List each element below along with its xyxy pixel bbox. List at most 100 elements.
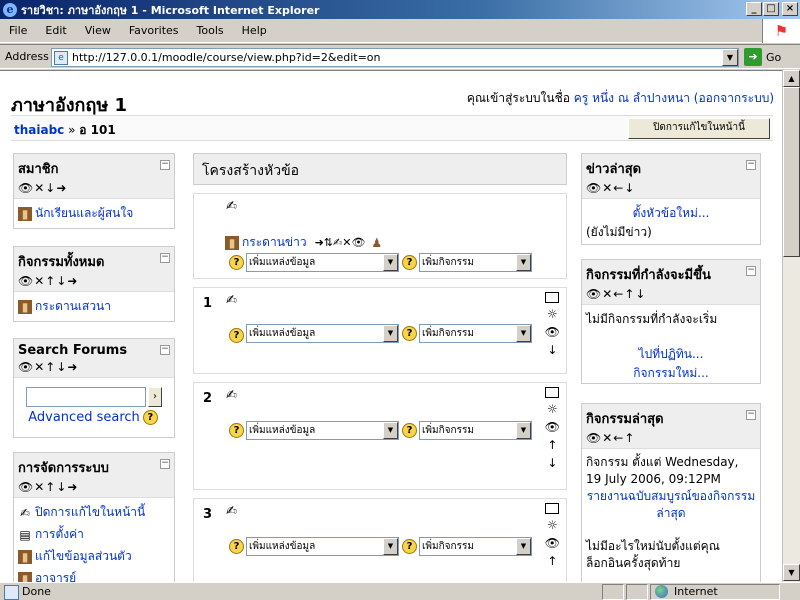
block-controls[interactable]: 👁✕←↑ — [586, 431, 755, 445]
block-controls[interactable]: 👁✕↑↓➜ — [18, 480, 169, 494]
menu-file[interactable]: File — [0, 24, 36, 37]
maximize-button[interactable]: □ — [763, 2, 779, 16]
add-activity-select[interactable]: เพิ่มกิจกรรม ▼ — [419, 421, 532, 440]
new-event-link[interactable]: กิจกรรมใหม่... — [633, 366, 709, 380]
nothing-new-text: ไม่มีอะไรใหม่นับตั้งแต่คุณล็อกอินครั้งสุ… — [586, 539, 720, 570]
menu-bar: File Edit View Favorites Tools Help — [0, 19, 800, 43]
menu-edit[interactable]: Edit — [36, 24, 75, 37]
move-down-icon[interactable]: ↓ — [547, 456, 557, 470]
no-upcoming-text: ไม่มีกิจกรรมที่กำลังจะเริ่ม — [586, 312, 718, 326]
address-dropdown-icon[interactable]: ▼ — [722, 49, 738, 66]
address-input[interactable]: e http://127.0.0.1/moodle/course/view.ph… — [51, 48, 739, 67]
add-activity-select[interactable]: เพิ่มกิจกรรม ▼ — [419, 324, 532, 343]
search-forums-input[interactable] — [26, 387, 146, 407]
administration-block: การจัดการระบบ − 👁✕↑↓➜ ✍ ปิดการแก้ไขในหน้านี… — [13, 452, 175, 582]
search-go-button[interactable]: › — [148, 387, 162, 407]
close-button[interactable]: × — [782, 2, 798, 16]
collapse-icon[interactable]: − — [160, 253, 170, 263]
activities-block-title: กิจกรรมทั้งหมด — [18, 255, 105, 270]
edit-summary-icon[interactable]: ✍ — [226, 293, 237, 308]
collapse-icon[interactable]: − — [160, 345, 170, 355]
activities-block: กิจกรรมทั้งหมด − 👁✕↑↓➜ ▮ กระดานเสวนา — [13, 246, 175, 322]
help-icon[interactable]: ? — [402, 423, 417, 438]
advanced-search-link[interactable]: Advanced search — [28, 410, 140, 425]
highlight-icon[interactable]: ☼ — [547, 518, 558, 532]
admin-block-title: การจัดการระบบ — [18, 461, 109, 476]
groupmode-icon[interactable]: ♟ — [371, 236, 382, 250]
turn-editing-off-button[interactable]: ปิดการแก้ไขในหน้านี้ — [628, 118, 770, 139]
show-only-section-icon[interactable] — [545, 292, 560, 303]
add-resource-select[interactable]: เพิ่มแหล่งข้อมูล ▼ — [246, 421, 399, 440]
edit-summary-icon[interactable]: ✍ — [226, 199, 237, 214]
forums-link[interactable]: กระดานเสวนา — [35, 297, 111, 316]
vertical-scrollbar[interactable]: ▲ ▼ — [782, 70, 800, 582]
highlight-icon[interactable]: ☼ — [547, 402, 558, 416]
hide-section-icon[interactable]: 👁 — [545, 420, 560, 434]
logout-link[interactable]: (ออกจากระบบ) — [694, 91, 774, 105]
edit-summary-icon[interactable]: ✍ — [226, 504, 237, 519]
block-controls[interactable]: 👁✕↓➜ — [18, 181, 169, 195]
edit-profile-link[interactable]: แก้ไขข้อมูลส่วนตัว — [35, 547, 132, 566]
collapse-icon[interactable]: − — [746, 266, 756, 276]
show-only-section-icon[interactable] — [545, 387, 560, 398]
menu-help[interactable]: Help — [233, 24, 276, 37]
scroll-thumb[interactable] — [783, 87, 800, 257]
collapse-icon[interactable]: − — [160, 459, 170, 469]
go-button[interactable]: ➜ Go — [744, 48, 781, 66]
breadcrumb-site-link[interactable]: thaiabc — [14, 123, 64, 137]
collapse-icon[interactable]: − — [746, 160, 756, 170]
page-icon: e — [54, 50, 68, 65]
go-to-calendar-link[interactable]: ไปที่ปฏิทิน... — [639, 347, 704, 361]
add-activity-select[interactable]: เพิ่มกิจกรรม ▼ — [419, 253, 532, 272]
hide-section-icon[interactable]: 👁 — [545, 536, 560, 550]
user-profile-link[interactable]: ครู หนึ่ง ณ ลำปางหนา — [574, 91, 690, 105]
scroll-down-icon[interactable]: ▼ — [783, 564, 800, 581]
highlight-icon[interactable]: ☼ — [547, 307, 558, 321]
add-resource-select[interactable]: เพิ่มแหล่งข้อมูล ▼ — [246, 324, 399, 343]
upcoming-events-block: กิจกรรมที่กำลังจะมีขึ้น − 👁✕←↑↓ ไม่มีกิจกร… — [581, 259, 761, 384]
block-controls[interactable]: 👁✕←↓ — [586, 181, 755, 195]
turn-editing-off-link[interactable]: ปิดการแก้ไขในหน้านี้ — [35, 503, 145, 522]
collapse-icon[interactable]: − — [746, 410, 756, 420]
minimize-button[interactable]: _ — [746, 2, 762, 16]
section-0: ✍ ▮ กระดานข่าว ➜⇅✍✕👁 ♟ ? เพิ่มแหล่งข้อมู… — [193, 193, 567, 279]
news-forum-link[interactable]: กระดานข่าว — [242, 233, 307, 252]
add-resource-select[interactable]: เพิ่มแหล่งข้อมูล ▼ — [246, 253, 399, 272]
participants-link[interactable]: นักเรียนและผู้สนใจ — [35, 204, 133, 223]
add-resource-select[interactable]: เพิ่มแหล่งข้อมูล ▼ — [246, 537, 399, 556]
help-icon[interactable]: ? — [402, 539, 417, 554]
collapse-icon[interactable]: − — [160, 160, 170, 170]
help-icon[interactable]: ? — [142, 410, 158, 425]
help-icon[interactable]: ? — [402, 255, 417, 270]
menu-favorites[interactable]: Favorites — [120, 24, 188, 37]
scroll-up-icon[interactable]: ▲ — [783, 70, 800, 87]
help-icon[interactable]: ? — [229, 423, 244, 438]
move-down-icon[interactable]: ↓ — [547, 343, 557, 357]
full-report-link[interactable]: รายงานฉบับสมบูรณ์ของกิจกรรมล่าสุด — [587, 489, 756, 520]
upcoming-block-title: กิจกรรมที่กำลังจะมีขึ้น — [586, 268, 711, 283]
add-new-topic-link[interactable]: ตั้งหัวข้อใหม่... — [633, 206, 710, 220]
menu-view[interactable]: View — [76, 24, 120, 37]
ie-icon: e — [3, 2, 17, 17]
news-forum-controls[interactable]: ➜⇅✍✕👁 — [315, 236, 366, 249]
block-controls[interactable]: 👁✕↑↓➜ — [18, 274, 169, 288]
move-up-icon[interactable]: ↑ — [547, 554, 557, 568]
menu-tools[interactable]: Tools — [188, 24, 233, 37]
help-icon[interactable]: ? — [229, 328, 244, 343]
users-icon: ▮ — [18, 206, 32, 221]
edit-summary-icon[interactable]: ✍ — [226, 388, 237, 403]
section-2: 2 ✍ ? เพิ่มแหล่งข้อมูล ▼ ? เพิ่มกิจกรรม ▼ … — [193, 382, 567, 490]
no-news-text: (ยังไม่มีข่าว) — [586, 225, 652, 239]
move-up-icon[interactable]: ↑ — [547, 438, 557, 452]
help-icon[interactable]: ? — [402, 326, 417, 341]
go-label: Go — [766, 50, 782, 64]
teachers-link[interactable]: อาจารย์ — [35, 569, 76, 582]
help-icon[interactable]: ? — [229, 539, 244, 554]
block-controls[interactable]: 👁✕←↑↓ — [586, 287, 755, 301]
block-controls[interactable]: 👁✕↑↓➜ — [18, 360, 169, 374]
add-activity-select[interactable]: เพิ่มกิจกรรม ▼ — [419, 537, 532, 556]
show-only-section-icon[interactable] — [545, 503, 560, 514]
settings-link[interactable]: การตั้งค่า — [35, 525, 84, 544]
hide-section-icon[interactable]: 👁 — [545, 325, 560, 339]
help-icon[interactable]: ? — [229, 255, 244, 270]
